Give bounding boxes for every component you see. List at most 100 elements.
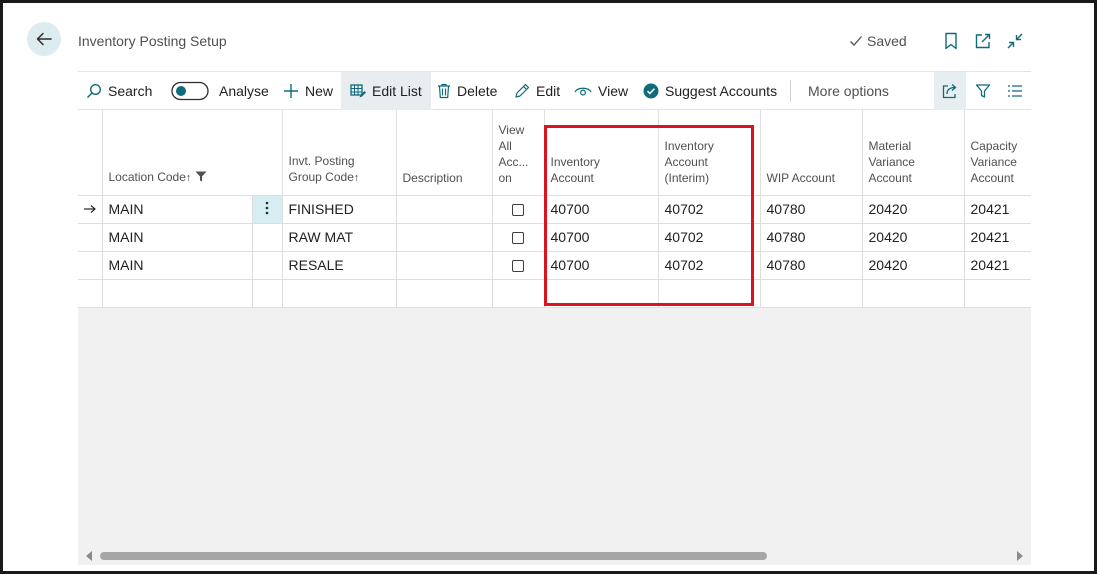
header-capacity-variance-account[interactable]: Capacity Variance Account <box>964 110 1031 195</box>
checkbox[interactable] <box>512 260 524 273</box>
page-frame: Inventory Posting Setup Saved Search Ana… <box>0 0 1097 574</box>
cell-capacity-variance-account[interactable]: 20421 <box>964 194 1031 224</box>
cell-material-variance-account[interactable]: 20420 <box>862 250 965 280</box>
cell-wip-account[interactable]: 40780 <box>760 222 863 252</box>
row-indicator[interactable] <box>78 250 103 280</box>
header-capacity-variance-label-3: Account <box>970 170 1014 185</box>
analyse-toggle[interactable]: Analyse <box>171 72 269 110</box>
more-vertical-icon <box>265 201 269 214</box>
row-indicator[interactable] <box>78 194 103 224</box>
edit-button[interactable]: Edit <box>514 72 560 110</box>
bookmark-icon <box>945 32 957 50</box>
edit-list-button[interactable]: Edit List <box>341 72 431 110</box>
header-wip-account[interactable]: WIP Account <box>760 110 863 195</box>
cell-inventory-account[interactable] <box>544 278 659 308</box>
delete-button[interactable]: Delete <box>437 72 497 110</box>
cell-view-all-accounts[interactable] <box>492 194 545 224</box>
header-view-all-accounts[interactable]: View All Acc... on <box>492 110 545 195</box>
header-invt-posting-label-1: Invt. Posting <box>288 153 355 168</box>
scroll-left-arrow-icon[interactable] <box>86 551 92 561</box>
view-button[interactable]: View <box>574 72 628 110</box>
list-view-button[interactable] <box>999 72 1031 110</box>
header-description[interactable]: Description <box>396 110 493 195</box>
cell-location-code[interactable] <box>102 278 253 308</box>
cell-description[interactable] <box>396 250 493 280</box>
cell-inventory-account[interactable]: 40700 <box>544 250 659 280</box>
posting-setup-table: Location Code↑ Invt. Posting Group Code↑… <box>78 110 1031 308</box>
cell-invt-posting-group-code[interactable]: FINISHED <box>282 194 397 224</box>
row-actions-button[interactable] <box>252 194 283 224</box>
search-button[interactable]: Search <box>86 72 152 110</box>
row-indicator[interactable] <box>78 278 103 308</box>
filter-button[interactable] <box>967 72 999 110</box>
pencil-icon <box>515 83 530 98</box>
checkbox[interactable] <box>512 204 524 217</box>
checkbox[interactable] <box>512 232 524 245</box>
cell-inventory-account[interactable]: 40700 <box>544 222 659 252</box>
header-view-all-label-2: All <box>498 138 512 153</box>
row-indicator[interactable] <box>78 222 103 252</box>
list-view-icon <box>1008 85 1022 97</box>
table-row[interactable]: MAIN RAW MAT 40700 40702 40780 20420 204… <box>78 222 1031 252</box>
cell-capacity-variance-account[interactable] <box>964 278 1031 308</box>
header-row-indicator <box>78 110 103 195</box>
new-button[interactable]: New <box>283 72 333 110</box>
cell-invt-posting-group-code[interactable]: RAW MAT <box>282 222 397 252</box>
scrollbar-thumb[interactable] <box>100 552 767 560</box>
bookmark-button[interactable] <box>941 31 961 51</box>
search-label: Search <box>108 83 153 99</box>
row-actions-cell[interactable] <box>252 250 283 280</box>
cell-description[interactable] <box>396 194 493 224</box>
cell-inventory-account-interim[interactable]: 40702 <box>658 222 761 252</box>
cell-invt-posting-group-code[interactable] <box>282 278 397 308</box>
cell-wip-account[interactable] <box>760 278 863 308</box>
header-invt-posting-group-code[interactable]: Invt. Posting Group Code↑ <box>282 110 397 195</box>
header-location-code[interactable]: Location Code↑ <box>102 110 283 195</box>
header-material-variance-account[interactable]: Material Variance Account <box>862 110 965 195</box>
cell-location-code[interactable]: MAIN <box>102 194 253 224</box>
cell-inventory-account-interim[interactable] <box>658 278 761 308</box>
cell-wip-account[interactable]: 40780 <box>760 250 863 280</box>
cell-description[interactable] <box>396 222 493 252</box>
open-new-window-button[interactable] <box>973 31 993 51</box>
cell-description[interactable] <box>396 278 493 308</box>
header-inventory-account-label-1: Inventory <box>550 154 600 169</box>
cell-material-variance-account[interactable] <box>862 278 965 308</box>
cell-capacity-variance-account[interactable]: 20421 <box>964 222 1031 252</box>
cell-invt-posting-group-code[interactable]: RESALE <box>282 250 397 280</box>
cell-inventory-account-interim[interactable]: 40702 <box>658 250 761 280</box>
horizontal-scrollbar[interactable] <box>78 547 1031 565</box>
table-row[interactable]: MAIN FINISHED 40700 40702 40780 20420 20… <box>78 194 1031 224</box>
row-actions-cell[interactable] <box>252 278 283 308</box>
share-icon <box>942 84 957 99</box>
header-inventory-account-interim[interactable]: Inventory Account (Interim) <box>658 110 761 195</box>
collapse-button[interactable] <box>1005 31 1025 51</box>
more-options-button[interactable]: More options <box>808 72 889 110</box>
cell-location-code[interactable]: MAIN <box>102 250 253 280</box>
cell-material-variance-account[interactable]: 20420 <box>862 194 965 224</box>
new-label: New <box>305 83 334 99</box>
table-row[interactable]: MAIN RESALE 40700 40702 40780 20420 2042… <box>78 250 1031 280</box>
cell-view-all-accounts[interactable] <box>492 222 545 252</box>
header-view-all-label-4: on <box>498 170 512 185</box>
cell-wip-account[interactable]: 40780 <box>760 194 863 224</box>
cell-view-all-accounts[interactable] <box>492 278 545 308</box>
header-inventory-account[interactable]: Inventory Account <box>544 110 659 195</box>
edit-list-icon <box>350 84 366 98</box>
cell-view-all-accounts[interactable] <box>492 250 545 280</box>
cell-capacity-variance-account[interactable]: 20421 <box>964 250 1031 280</box>
row-actions-cell[interactable] <box>252 222 283 252</box>
back-button[interactable] <box>27 22 61 56</box>
cell-inventory-account[interactable]: 40700 <box>544 194 659 224</box>
eye-icon <box>574 87 592 96</box>
grid-area: Location Code↑ Invt. Posting Group Code↑… <box>78 110 1031 547</box>
suggest-accounts-button[interactable]: Suggest Accounts <box>643 72 777 110</box>
share-button[interactable] <box>934 72 966 110</box>
cell-material-variance-account[interactable]: 20420 <box>862 222 965 252</box>
cell-inventory-account-interim[interactable]: 40702 <box>658 194 761 224</box>
table-row-empty[interactable] <box>78 278 1031 308</box>
cell-location-code[interactable]: MAIN <box>102 222 253 252</box>
scroll-right-arrow-icon[interactable] <box>1017 551 1023 561</box>
header-material-variance-label-2: Variance <box>868 154 915 169</box>
trash-icon <box>438 83 450 99</box>
